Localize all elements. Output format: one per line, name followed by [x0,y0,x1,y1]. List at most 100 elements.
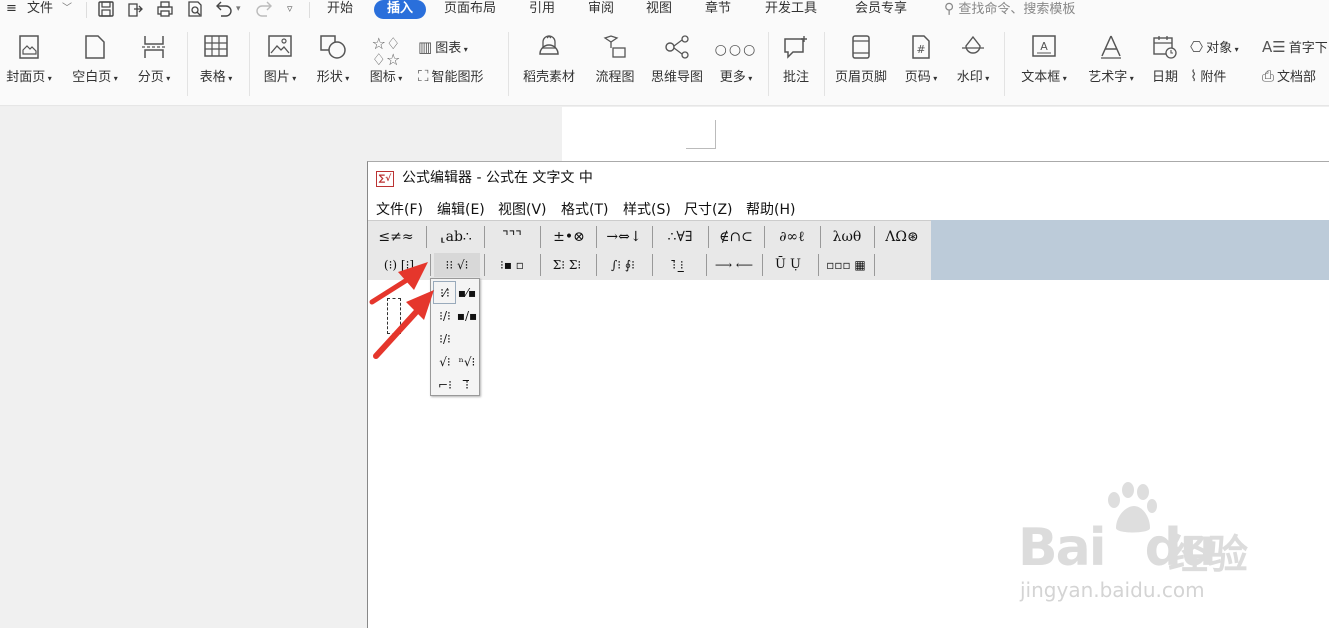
eq-menu-view[interactable]: 视图(V) [498,199,547,219]
eq-menu-style[interactable]: 样式(S) [623,199,671,219]
full-fraction-template[interactable]: ⁝⁄⁝ [434,282,456,304]
divider [874,254,875,276]
long-division-template[interactable]: ⌐⁝ [434,374,456,396]
divider [824,32,825,96]
product-templates-button[interactable]: Ū Ụ [764,253,812,277]
watermark-url: jingyan.baidu.com [1020,578,1205,602]
nth-root-template[interactable]: ⁿ√⁝ [456,351,478,373]
misc-symbols-palette-button[interactable]: ∂∞ℓ [766,225,818,249]
shape-button[interactable]: 形状 ▾ [311,34,355,96]
eq-menu-size[interactable]: 尺寸(Z) [684,199,733,219]
overbar-division-template[interactable]: ⁝̅ [456,374,478,396]
blank-page-icon [66,34,124,66]
command-search[interactable]: ⚲ 查找命令、搜索模板 [944,0,1075,20]
watermark-icon [950,34,996,66]
table-button[interactable]: 表格 ▾ [194,34,238,96]
shape-label: 形状 [316,70,343,85]
divider [187,32,188,96]
embellishments-palette-button[interactable]: ⌝⌝⌝ [488,225,536,249]
save-icon[interactable] [97,0,115,18]
small-slash-fraction-template[interactable]: ▪/▪ [456,305,478,327]
date-button[interactable]: 日期 [1146,34,1184,96]
icons-button[interactable]: ☆♢ ♢☆ 图标 ▾ [364,34,408,96]
summation-templates-button[interactable]: Σ⁝ Σ⁝ [542,253,592,277]
eq-menu-edit[interactable]: 编辑(E) [437,199,485,219]
tab-home[interactable]: 开始 [327,0,353,20]
docer-material-icon [518,34,580,66]
tab-developer-tools[interactable]: 开发工具 [765,0,817,20]
attachment-button[interactable]: ⌇ 附件 [1190,65,1226,87]
watermark-product: 经验 [1168,532,1248,578]
header-footer-label: 页眉页脚 [834,70,887,85]
flowchart-button[interactable]: 流程图 [590,34,640,96]
watermark-button[interactable]: 水印 ▾ [950,34,996,96]
page-break-button[interactable]: 分页 ▾ [132,34,176,96]
object-button[interactable]: ⎔ 对象 ▾ [1190,36,1239,58]
spaces-ellipses-palette-button[interactable]: ⸤ab∴ [430,225,482,249]
small-fraction-template[interactable]: ▪⁄▪ [456,282,478,304]
print-preview-icon[interactable] [186,0,204,18]
undo-dropdown-icon[interactable]: ▾ [236,0,241,18]
tab-view[interactable]: 视图 [646,0,672,20]
equation-input-slot[interactable] [387,298,401,334]
slash-fraction-template[interactable]: ⁝/⁝ [434,305,456,327]
header-footer-button[interactable]: 页眉页脚 [830,34,892,96]
chart-button[interactable]: ▥ 图表 ▾ [418,36,468,58]
smart-art-button[interactable]: ⛶ 智能图形 [418,65,484,87]
eq-menu-file[interactable]: 文件(F) [376,199,423,219]
doc-part-button[interactable]: ⎙ 文档部 [1262,65,1316,87]
arrows-palette-button[interactable]: →⇔↓ [598,225,650,249]
set-theory-palette-button[interactable]: ∉∩⊂ [710,225,762,249]
search-placeholder: 查找命令、搜索模板 [958,2,1076,17]
file-menu[interactable]: 文件 [27,0,53,20]
eq-menu-format[interactable]: 格式(T) [561,199,608,219]
tab-insert[interactable]: 插入 [374,0,426,19]
undo-icon[interactable] [214,0,234,18]
drop-cap-button[interactable]: A☰ 首字下 [1262,36,1328,58]
integral-templates-button[interactable]: ∫⁝ ∮⁝ [598,253,648,277]
customize-quick-access-icon[interactable]: ▿ [287,0,293,18]
matrix-templates-button[interactable]: ▫▫▫ ▦ [820,253,872,277]
square-root-template[interactable]: √⁝ [434,351,456,373]
underbar-overbar-templates-button[interactable]: ⁝̄ ⁝̲ [654,253,702,277]
more-button[interactable]: ○○○ 更多 ▾ [714,34,758,96]
comment-button[interactable]: 批注 [776,34,816,96]
object-icon: ⎔ [1190,38,1204,56]
redo-icon[interactable] [254,0,274,18]
cover-page-button[interactable]: 封面页 ▾ [0,34,58,96]
page-number-button[interactable]: # 页码 ▾ [898,34,944,96]
subscript-templates-button[interactable]: ⁝▪ ▫ [488,253,536,277]
attachment-label: 附件 [1200,70,1227,85]
print-icon[interactable] [156,0,174,18]
more-label: 更多 [719,70,746,85]
mindmap-button[interactable]: 思维导图 [646,34,708,96]
export-icon[interactable] [126,0,144,18]
wordart-label: 艺术字 [1088,70,1128,85]
wordart-button[interactable]: 艺术字 ▾ [1082,34,1140,96]
operators-palette-button[interactable]: ±•⊗ [544,225,594,249]
tab-member[interactable]: 会员专享 [855,0,907,20]
fraction-radical-templates-button[interactable]: ⁝⁝ √⁝ [434,253,480,277]
file-menu-caret-icon[interactable]: ﹀ [62,0,72,20]
tab-page-layout[interactable]: 页面布局 [444,0,496,20]
divider [818,254,819,276]
picture-button[interactable]: 图片 ▾ [258,34,302,96]
fence-templates-button[interactable]: (⁝) [⁝] [372,253,426,277]
docer-material-button[interactable]: 稻壳素材 [518,34,580,96]
divider [596,226,597,248]
eq-menu-help[interactable]: 帮助(H) [746,199,795,219]
baseline-slash-template[interactable]: ⁝/⁝ [434,328,456,350]
blank-page-button[interactable]: 空白页 ▾ [66,34,124,96]
relations-palette-button[interactable]: ≤≠≈ [372,225,420,249]
greek-upper-palette-button[interactable]: ΛΩ⊛ [876,225,928,249]
page-break-label: 分页 [137,70,164,85]
tab-references[interactable]: 引用 [529,0,555,20]
tab-review[interactable]: 审阅 [588,0,614,20]
tab-chapter[interactable]: 章节 [705,0,731,20]
divider [596,254,597,276]
greek-lower-palette-button[interactable]: λωθ [822,225,872,249]
textbox-button[interactable]: A 文本框 ▾ [1014,34,1074,96]
logic-palette-button[interactable]: ∴∀∃ [654,225,706,249]
hamburger-menu-icon[interactable]: ≡ [6,0,17,20]
labeled-arrow-templates-button[interactable]: ⟶ ⟵ [708,253,760,277]
